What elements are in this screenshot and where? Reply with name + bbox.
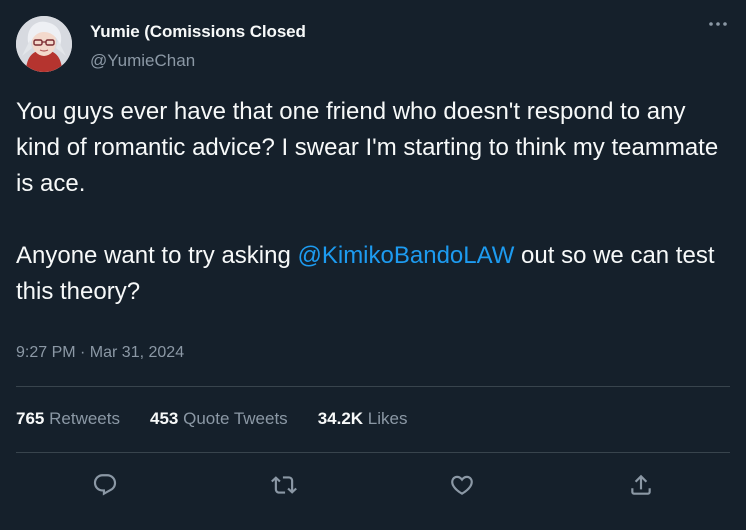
- retweets-stat[interactable]: 765 Retweets: [16, 409, 120, 429]
- action-bar: [16, 462, 730, 508]
- engagement-stats: 765 Retweets 453 Quote Tweets 34.2K Like…: [16, 409, 407, 429]
- quote-tweets-count: 453: [149, 409, 179, 428]
- more-options-button[interactable]: [706, 12, 730, 36]
- quote-tweets-label: Quote Tweets: [183, 409, 288, 428]
- tweet-card: Yumie (Comissions Closed @YumieChan You …: [0, 0, 746, 530]
- avatar[interactable]: [16, 16, 72, 72]
- retweets-count: 765: [16, 409, 45, 428]
- divider: [16, 452, 730, 453]
- reply-icon: [94, 474, 117, 496]
- reply-button[interactable]: [88, 468, 122, 502]
- likes-count: 34.2K: [317, 409, 364, 428]
- display-name[interactable]: Yumie (Comissions Closed: [90, 22, 306, 42]
- divider: [16, 386, 730, 387]
- tweet-text-before-mention: Anyone want to try asking: [16, 242, 298, 269]
- retweet-icon: [270, 476, 297, 494]
- likes-stat[interactable]: 34.2K Likes: [318, 409, 408, 429]
- share-button[interactable]: [624, 468, 658, 502]
- tweet-paragraph-1: You guys ever have that one friend who d…: [16, 98, 719, 197]
- heart-icon: [451, 475, 474, 495]
- likes-label: Likes: [367, 409, 408, 428]
- like-button[interactable]: [445, 468, 479, 502]
- retweets-label: Retweets: [49, 409, 120, 428]
- avatar-image: [16, 16, 72, 72]
- tweet-text: You guys ever have that one friend who d…: [16, 94, 732, 310]
- tweet-timestamp[interactable]: 9:27 PM · Mar 31, 2024: [16, 344, 184, 362]
- user-handle[interactable]: @YumieChan: [90, 51, 195, 71]
- quote-tweets-stat[interactable]: 453 Quote Tweets: [150, 409, 288, 429]
- tweet-paragraph-2: Anyone want to try asking @KimikoBandoLA…: [16, 238, 732, 310]
- more-dots-icon: [709, 22, 727, 26]
- share-icon: [631, 474, 651, 495]
- mention-link[interactable]: @KimikoBandoLAW: [297, 242, 514, 269]
- retweet-button[interactable]: [267, 468, 301, 502]
